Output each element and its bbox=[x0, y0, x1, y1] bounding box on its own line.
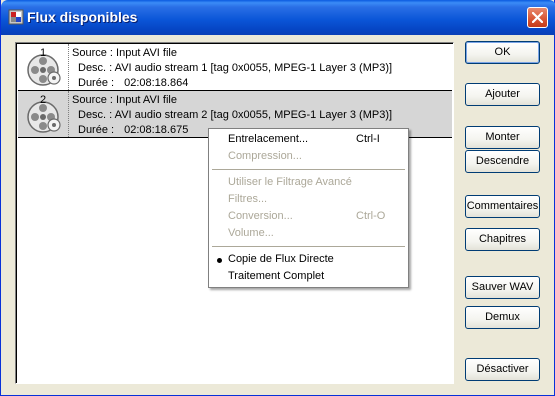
menu-item-label: Volume... bbox=[228, 227, 274, 239]
duration-label: Durée : bbox=[78, 77, 115, 89]
duration-value: 02:08:18.864 bbox=[124, 77, 189, 89]
menu-item-filters: Filtres... bbox=[228, 193, 403, 208]
duration-label: Durée : bbox=[78, 124, 115, 136]
close-button[interactable] bbox=[527, 7, 548, 28]
menu-item-label: Copie de Flux Directe bbox=[228, 253, 334, 265]
menu-item-advanced-filtering: Utiliser le Filtrage Avancé bbox=[228, 176, 403, 191]
menu-separator bbox=[212, 169, 405, 170]
stream-description: Desc. : AVI audio stream 1 [tag 0x0055, … bbox=[78, 62, 393, 74]
stream-duration: Durée : 02:08:18.864 bbox=[78, 77, 188, 89]
stream-number: 2 bbox=[40, 94, 47, 106]
move-up-button[interactable]: Monter bbox=[465, 126, 540, 149]
close-icon bbox=[532, 12, 543, 23]
column-divider bbox=[68, 44, 69, 90]
streams-dialog: Flux disponibles 1 Source : Input AVI fi… bbox=[0, 0, 555, 396]
ok-button[interactable]: OK bbox=[465, 41, 540, 64]
duration-value: 02:08:18.675 bbox=[124, 124, 189, 136]
menu-item-label: Traitement Complet bbox=[228, 270, 325, 282]
stream-description: Desc. : AVI audio stream 2 [tag 0x0055, … bbox=[78, 109, 393, 121]
add-button[interactable]: Ajouter bbox=[465, 83, 540, 106]
menu-item-label: Conversion... bbox=[228, 210, 293, 222]
radio-bullet-icon bbox=[217, 258, 222, 263]
column-divider bbox=[68, 91, 69, 137]
menu-item-label: Filtres... bbox=[228, 193, 268, 205]
title-bar[interactable]: Flux disponibles bbox=[1, 0, 555, 35]
menu-item-volume: Volume... bbox=[228, 227, 403, 242]
menu-item-compression: Compression... bbox=[228, 150, 403, 165]
stream-duration: Durée : 02:08:18.675 bbox=[78, 124, 188, 136]
save-wav-button[interactable]: Sauver WAV bbox=[465, 276, 540, 299]
menu-item-conversion: Conversion... Ctrl-O bbox=[228, 210, 403, 225]
stream-source: Source : Input AVI file bbox=[72, 47, 177, 59]
move-down-button[interactable]: Descendre bbox=[465, 150, 540, 173]
chapters-button[interactable]: Chapitres bbox=[465, 228, 540, 251]
stream-context-menu: Entrelacement... Ctrl-I Compression... U… bbox=[208, 128, 409, 288]
window-title: Flux disponibles bbox=[27, 9, 138, 25]
menu-item-shortcut: Ctrl-I bbox=[356, 133, 380, 145]
menu-item-label: Utiliser le Filtrage Avancé bbox=[228, 176, 352, 188]
app-icon bbox=[8, 9, 24, 25]
stream-row[interactable]: 1 Source : Input AVI file Desc. : AVI au… bbox=[18, 44, 452, 91]
disable-button[interactable]: Désactiver bbox=[465, 358, 540, 381]
comments-button[interactable]: Commentaires bbox=[465, 195, 540, 218]
menu-separator bbox=[212, 246, 405, 247]
demux-button[interactable]: Demux bbox=[465, 306, 540, 329]
menu-item-shortcut: Ctrl-O bbox=[356, 210, 386, 222]
stream-source: Source : Input AVI file bbox=[72, 94, 177, 106]
menu-item-label: Compression... bbox=[228, 150, 302, 162]
menu-item-full-processing[interactable]: Traitement Complet bbox=[228, 270, 403, 285]
menu-item-direct-copy[interactable]: Copie de Flux Directe bbox=[217, 253, 403, 268]
menu-item-label: Entrelacement... bbox=[228, 133, 309, 145]
stream-number: 1 bbox=[40, 47, 47, 59]
menu-item-interlace[interactable]: Entrelacement... Ctrl-I bbox=[228, 133, 403, 148]
